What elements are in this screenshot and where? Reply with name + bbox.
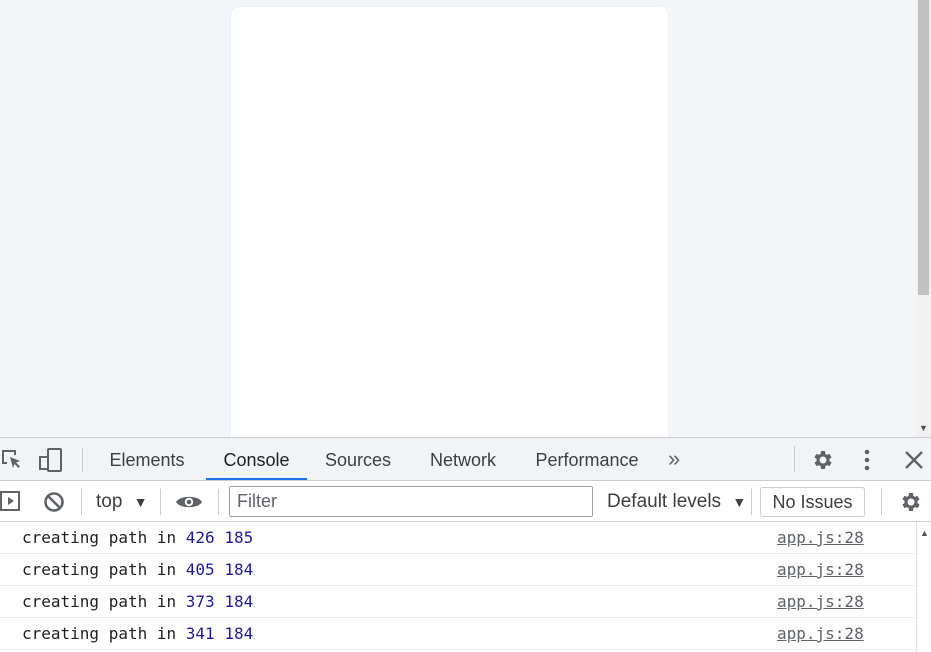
tabbar-divider bbox=[794, 446, 795, 472]
filter-input[interactable] bbox=[229, 486, 593, 517]
sidebar-toggle-icon[interactable] bbox=[0, 490, 24, 514]
device-toolbar-icon[interactable] bbox=[38, 448, 62, 472]
kebab-menu-icon[interactable] bbox=[855, 448, 879, 472]
console-message-text: creating path in 426 185 bbox=[22, 528, 254, 547]
log-levels-dropdown[interactable]: Default levels ▼ bbox=[607, 491, 746, 513]
context-selector[interactable]: top ▼ bbox=[96, 491, 148, 513]
console-message: creating path in 426 185 app.js:28 bbox=[0, 522, 916, 554]
tab-performance[interactable]: Performance bbox=[527, 438, 647, 480]
console-message: creating path in 405 184 app.js:28 bbox=[0, 554, 916, 586]
console-message-text: creating path in 405 184 bbox=[22, 560, 254, 579]
toolbar-divider bbox=[160, 489, 161, 515]
inspect-element-icon[interactable] bbox=[0, 448, 24, 472]
toolbar-divider bbox=[218, 489, 219, 515]
more-tabs-icon[interactable]: » bbox=[668, 446, 680, 472]
console-message: creating path in 373 184 app.js:28 bbox=[0, 586, 916, 618]
tab-network[interactable]: Network bbox=[418, 438, 508, 480]
caret-down-icon: ▼ bbox=[133, 494, 148, 510]
eye-icon[interactable] bbox=[175, 490, 202, 514]
context-label: top bbox=[96, 491, 123, 512]
console-message-text: creating path in 373 184 bbox=[22, 592, 254, 611]
content-card bbox=[231, 7, 668, 437]
close-devtools-icon[interactable] bbox=[902, 448, 926, 472]
console-source-link[interactable]: app.js:28 bbox=[777, 618, 864, 650]
console-messages: creating path in 426 185 app.js:28 creat… bbox=[0, 522, 916, 652]
console-toolbar: top ▼ Default levels ▼ No Issues bbox=[0, 481, 931, 522]
page-scrollbar-thumb[interactable] bbox=[918, 0, 929, 295]
devtools-tabbar: Elements Console Sources Network Perform… bbox=[0, 438, 931, 481]
tab-sources[interactable]: Sources bbox=[317, 438, 399, 480]
console-source-link[interactable]: app.js:28 bbox=[777, 586, 864, 618]
console-message: creating path in 341 184 app.js:28 bbox=[0, 618, 916, 650]
console-scrollbar[interactable]: ▲ bbox=[916, 522, 931, 652]
console-settings-gear-icon[interactable] bbox=[898, 490, 922, 514]
toolbar-divider bbox=[81, 489, 82, 515]
scroll-down-arrow-icon[interactable]: ▼ bbox=[916, 423, 931, 433]
page-viewport: ▼ bbox=[0, 0, 931, 437]
issues-button[interactable]: No Issues bbox=[760, 487, 865, 517]
log-levels-label: Default levels bbox=[607, 491, 722, 512]
tab-console[interactable]: Console bbox=[206, 438, 307, 480]
console-source-link[interactable]: app.js:28 bbox=[777, 522, 864, 554]
console-source-link[interactable]: app.js:28 bbox=[777, 554, 864, 586]
toolbar-divider bbox=[751, 489, 752, 515]
settings-gear-icon[interactable] bbox=[810, 448, 834, 472]
clear-console-icon[interactable] bbox=[42, 490, 66, 514]
console-message-text: creating path in 341 184 bbox=[22, 624, 254, 643]
toolbar-divider bbox=[881, 489, 882, 515]
devtools-panel: Elements Console Sources Network Perform… bbox=[0, 437, 931, 652]
caret-down-icon: ▼ bbox=[732, 494, 747, 510]
scroll-up-arrow-icon[interactable]: ▲ bbox=[917, 528, 931, 538]
tabbar-divider bbox=[82, 448, 83, 472]
page-scrollbar[interactable]: ▼ bbox=[916, 0, 931, 437]
tab-elements[interactable]: Elements bbox=[100, 438, 194, 480]
